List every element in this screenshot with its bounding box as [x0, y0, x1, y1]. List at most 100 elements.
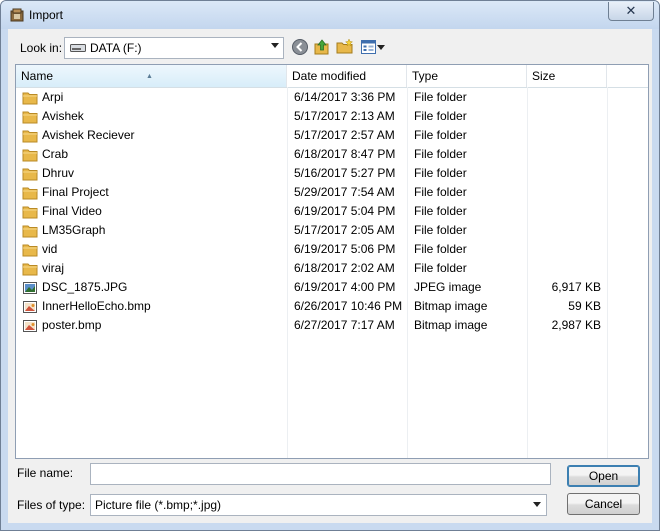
title-bar[interactable]: Import ✕	[1, 1, 659, 29]
file-name: Final Video	[42, 204, 102, 218]
file-type: JPEG image	[414, 280, 482, 294]
column-header-size[interactable]: Size	[527, 65, 607, 87]
column-date-label: Date modified	[292, 69, 367, 83]
close-button[interactable]: ✕	[608, 2, 654, 21]
folder-icon	[22, 261, 38, 277]
look-in-dropdown[interactable]: DATA (F:)	[64, 37, 284, 59]
column-type-label: Type	[412, 69, 439, 83]
sort-ascending-icon: ▲	[146, 73, 153, 80]
look-in-value: DATA (F:)	[90, 41, 142, 55]
look-in-label: Look in:	[20, 41, 63, 55]
folder-icon	[22, 90, 38, 106]
file-row[interactable]: poster.bmp 6/27/2017 7:17 AM Bitmap image 2…	[16, 316, 648, 335]
file-type: File folder	[414, 185, 467, 199]
file-date: 6/18/2017 8:47 PM	[294, 147, 396, 161]
file-date: 6/19/2017 4:00 PM	[294, 280, 396, 294]
chevron-down-icon[interactable]	[271, 43, 279, 48]
drive-icon	[70, 44, 86, 52]
folder-icon	[22, 109, 38, 125]
column-header-name[interactable]: Name ▲	[16, 65, 287, 87]
close-icon: ✕	[625, 3, 637, 18]
file-name: InnerHelloEcho.bmp	[42, 299, 151, 313]
file-name: Arpi	[42, 90, 64, 104]
file-name: Final Project	[42, 185, 109, 199]
folder-icon	[22, 242, 38, 258]
file-type: Bitmap image	[414, 299, 488, 313]
file-size: 6,917 KB	[551, 280, 601, 294]
file-type: File folder	[414, 147, 467, 161]
file-name: Crab	[42, 147, 69, 161]
file-date: 5/16/2017 5:27 PM	[294, 166, 396, 180]
file-row[interactable]: Dhruv 5/16/2017 5:27 PM File folder	[16, 164, 648, 183]
folder-icon	[22, 166, 38, 182]
file-date: 6/27/2017 7:17 AM	[294, 318, 395, 332]
file-type: File folder	[414, 223, 467, 237]
back-icon[interactable]	[291, 38, 309, 56]
column-header-type[interactable]: Type	[407, 65, 527, 87]
file-row[interactable]: Final Video 6/19/2017 5:04 PM File folder	[16, 202, 648, 221]
files-of-type-dropdown[interactable]: Picture file (*.bmp;*.jpg)	[90, 494, 547, 516]
column-header-date[interactable]: Date modified	[287, 65, 407, 87]
chevron-down-icon[interactable]	[533, 502, 541, 507]
file-name: Avishek Reciever	[42, 128, 135, 142]
file-date: 6/14/2017 3:36 PM	[294, 90, 396, 104]
file-type: File folder	[414, 90, 467, 104]
file-type: File folder	[414, 204, 467, 218]
file-date: 6/19/2017 5:06 PM	[294, 242, 396, 256]
dialog-body: Look in: DATA (F:) Name ▲ Date modified …	[8, 29, 652, 523]
column-size-label: Size	[532, 69, 556, 83]
window-title: Import	[29, 8, 64, 22]
file-name: DSC_1875.JPG	[42, 280, 128, 294]
cancel-button[interactable]: Cancel	[567, 493, 640, 515]
file-name: poster.bmp	[42, 318, 102, 332]
file-row[interactable]: InnerHelloEcho.bmp 6/26/2017 10:46 PM Bitm…	[16, 297, 648, 316]
new-folder-icon[interactable]	[336, 38, 354, 56]
file-name-input[interactable]	[90, 463, 551, 485]
file-list[interactable]: Name ▲ Date modified Type Size Arpi 6/14/…	[15, 64, 649, 459]
folder-icon	[22, 185, 38, 201]
folder-icon	[22, 204, 38, 220]
file-size: 2,987 KB	[551, 318, 601, 332]
file-row[interactable]: viraj 6/18/2017 2:02 AM File folder	[16, 259, 648, 278]
file-name: LM35Graph	[42, 223, 106, 237]
column-name-label: Name	[21, 69, 54, 83]
folder-icon	[22, 128, 38, 144]
file-row[interactable]: Arpi 6/14/2017 3:36 PM File folder	[16, 88, 648, 107]
files-of-type-label: Files of type:	[17, 498, 86, 512]
file-name: vid	[42, 242, 58, 256]
file-type: File folder	[414, 109, 467, 123]
file-row[interactable]: LM35Graph 5/17/2017 2:05 AM File folder	[16, 221, 648, 240]
views-menu-icon[interactable]	[360, 38, 378, 56]
file-date: 5/17/2017 2:57 AM	[294, 128, 395, 142]
up-folder-icon[interactable]	[313, 38, 331, 56]
file-name: viraj	[42, 261, 65, 275]
file-type: File folder	[414, 261, 467, 275]
jpeg-image-icon	[22, 280, 38, 296]
views-dropdown-arrow-icon[interactable]	[377, 45, 385, 50]
file-type: File folder	[414, 242, 467, 256]
file-date: 5/29/2017 7:54 AM	[294, 185, 395, 199]
folder-icon	[22, 223, 38, 239]
list-header: Name ▲ Date modified Type Size	[16, 65, 648, 88]
file-type: Bitmap image	[414, 318, 488, 332]
file-date: 5/17/2017 2:13 AM	[294, 109, 395, 123]
app-icon	[10, 8, 24, 22]
file-date: 6/18/2017 2:02 AM	[294, 261, 395, 275]
file-date: 6/19/2017 5:04 PM	[294, 204, 396, 218]
open-button[interactable]: Open	[567, 465, 640, 487]
file-name-label: File name:	[17, 466, 74, 480]
file-row[interactable]: Avishek 5/17/2017 2:13 AM File folder	[16, 107, 648, 126]
import-dialog: Import ✕ Look in: DATA (F:) Name ▲ Date …	[0, 0, 660, 531]
file-row[interactable]: Avishek Reciever 5/17/2017 2:57 AM File fo…	[16, 126, 648, 145]
files-of-type-value: Picture file (*.bmp;*.jpg)	[95, 498, 222, 512]
file-row[interactable]: Crab 6/18/2017 8:47 PM File folder	[16, 145, 648, 164]
file-name: Avishek	[42, 109, 84, 123]
file-date: 6/26/2017 10:46 PM	[294, 299, 403, 313]
bitmap-image-icon	[22, 299, 38, 315]
file-row[interactable]: Final Project 5/29/2017 7:54 AM File folde…	[16, 183, 648, 202]
file-row[interactable]: DSC_1875.JPG 6/19/2017 4:00 PM JPEG image 6…	[16, 278, 648, 297]
file-type: File folder	[414, 166, 467, 180]
file-date: 5/17/2017 2:05 AM	[294, 223, 395, 237]
file-row[interactable]: vid 6/19/2017 5:06 PM File folder	[16, 240, 648, 259]
file-name: Dhruv	[42, 166, 75, 180]
